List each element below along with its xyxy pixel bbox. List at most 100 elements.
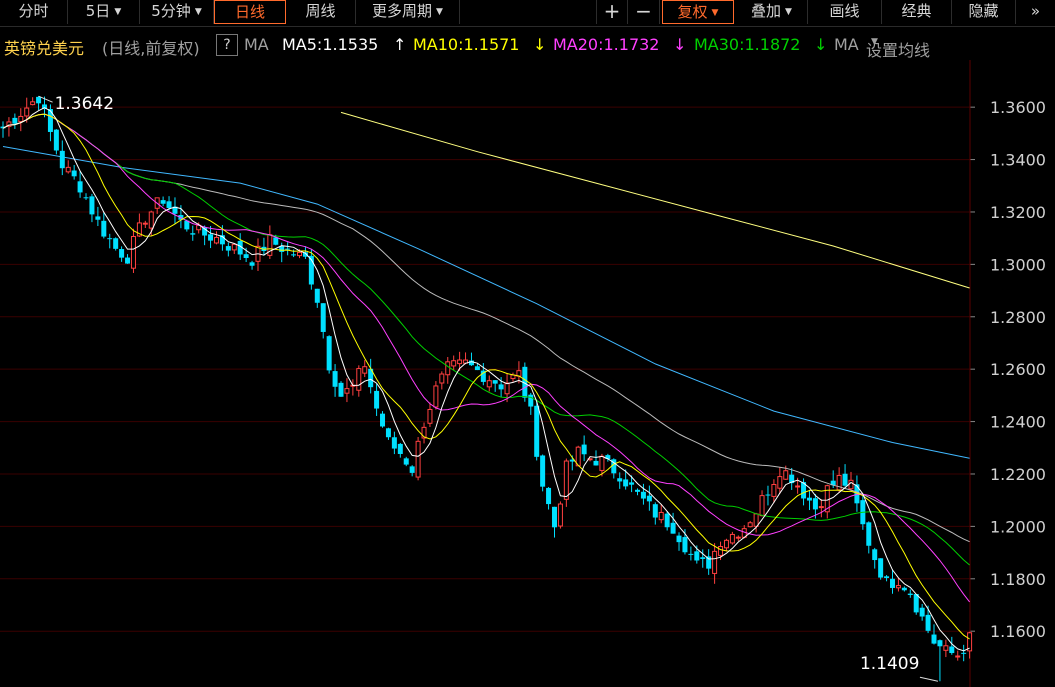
- y-tick-label: 1.2600: [990, 360, 1046, 379]
- classic-button[interactable]: 经典: [882, 0, 952, 24]
- candle-body-down: [540, 455, 546, 487]
- candle-body-down: [682, 537, 688, 553]
- draw-line-button[interactable]: 画线: [808, 0, 882, 24]
- candle-body-up: [718, 546, 724, 556]
- candle-body-down: [332, 371, 338, 387]
- tab-more-periods[interactable]: 更多周期 ▼: [356, 0, 460, 24]
- candle-body-up: [712, 550, 718, 574]
- candle-body-down: [243, 254, 249, 258]
- candle-body-down: [806, 497, 812, 501]
- candle-body-down: [640, 491, 646, 499]
- candle-body-down: [652, 504, 658, 518]
- candle-body-down: [534, 405, 540, 457]
- candle-body-up: [427, 408, 433, 424]
- candle-body-up: [729, 533, 735, 544]
- candle-body-up: [759, 495, 765, 517]
- candle-body-up: [30, 101, 36, 106]
- toolbar: 分时 5日 ▼ 5分钟 ▼ 日线 周线 更多周期 ▼ + − 复权 ▼ 叠加 ▼ 画线 经…: [0, 0, 1055, 27]
- button-label: 复权: [677, 3, 708, 21]
- chart-mode: (日线,前复权): [102, 39, 200, 58]
- candle-body-up: [65, 166, 71, 173]
- candle-body-down: [338, 382, 344, 397]
- candle-body-down: [101, 220, 107, 237]
- candle-body-up: [148, 211, 154, 229]
- candle-body-down: [925, 614, 931, 631]
- candle-body-down: [866, 522, 872, 546]
- candle-body-down: [646, 495, 652, 502]
- hide-button[interactable]: 隐藏: [952, 0, 1016, 24]
- candle-body-up: [18, 115, 24, 123]
- candle-body-down: [884, 576, 890, 579]
- overlay-button[interactable]: 叠加 ▼: [736, 0, 808, 24]
- candle-body-down: [380, 413, 386, 427]
- candle-body-down: [765, 494, 771, 496]
- candle-body-down: [409, 466, 415, 473]
- candle-body-down: [320, 303, 326, 332]
- button-label: 经典: [901, 2, 932, 20]
- candle-body-up: [451, 360, 457, 367]
- tab-label: 日线: [234, 3, 265, 21]
- candle-body-down: [551, 506, 557, 528]
- candle-body-down: [528, 394, 534, 407]
- candle-body-up: [783, 470, 789, 480]
- y-tick-label: 1.1600: [990, 622, 1046, 641]
- zoom-in-button[interactable]: +: [596, 0, 628, 24]
- zoom-out-button[interactable]: −: [628, 0, 660, 24]
- expand-button[interactable]: »: [1016, 0, 1055, 24]
- tab-intraday[interactable]: 分时: [0, 0, 68, 24]
- candle-body-down: [59, 150, 65, 169]
- candle-body-up: [362, 366, 368, 374]
- candle-body-down: [629, 482, 635, 485]
- candle-body-up: [895, 585, 901, 589]
- candle-body-up: [955, 655, 961, 658]
- ma10-value: MA10:1.1571: [413, 35, 520, 54]
- candle-body-down: [842, 473, 848, 486]
- candle-body-down: [12, 117, 18, 124]
- candle-body-down: [949, 646, 955, 654]
- candle-body-up: [753, 513, 759, 527]
- tab-daily[interactable]: 日线: [214, 0, 286, 24]
- candle-body-down: [664, 513, 670, 528]
- candle-body-up: [599, 455, 605, 471]
- candle-body-down: [36, 96, 42, 104]
- button-label: 画线: [829, 2, 860, 20]
- candle-body-up: [415, 440, 421, 478]
- tab-weekly[interactable]: 周线: [286, 0, 356, 24]
- tab-5day[interactable]: 5日 ▼: [68, 0, 140, 24]
- low-label: 1.1409: [860, 654, 919, 674]
- candle-body-down: [623, 479, 629, 487]
- adjust-button[interactable]: 复权 ▼: [662, 0, 734, 24]
- candle-body-up: [836, 474, 842, 491]
- candle-body-down: [878, 558, 884, 578]
- kline-svg[interactable]: 1.3600 1.3400 1.3200 1.3000 1.2800 1.2600 1.24…: [0, 60, 1055, 687]
- help-icon[interactable]: ?: [216, 34, 238, 56]
- candle-body-down: [931, 634, 937, 644]
- kline-chart[interactable]: 1.3600 1.3400 1.3200 1.3000 1.2800 1.2600 1.24…: [0, 60, 1055, 687]
- y-tick-label: 1.2800: [990, 308, 1046, 327]
- candle-body-up: [130, 236, 136, 269]
- candle-body-down: [374, 390, 380, 409]
- candle-body-down: [617, 478, 623, 482]
- candle-body-up: [457, 359, 463, 365]
- candle-body-up: [433, 385, 439, 408]
- candle-body-down: [225, 246, 231, 251]
- candle-body-up: [356, 368, 362, 391]
- candle-body-up: [439, 373, 445, 384]
- y-tick-label: 1.2400: [990, 413, 1046, 432]
- candle-body-down: [125, 257, 131, 264]
- candle-body-up: [771, 483, 777, 497]
- candle-body-up: [231, 243, 237, 251]
- candle-body-down: [391, 437, 397, 449]
- candle-body-down: [901, 587, 907, 591]
- candle-body-down: [113, 238, 119, 249]
- candle-body-up: [735, 536, 741, 539]
- tab-5min[interactable]: 5分钟 ▼: [140, 0, 214, 24]
- ma30-line: [2, 113, 970, 566]
- candle-body-down: [107, 238, 113, 240]
- candle-body-down: [907, 593, 913, 595]
- symbol-name: 英镑兑美元: [4, 39, 85, 58]
- candle-body-down: [474, 366, 480, 371]
- candle-body-up: [848, 479, 854, 490]
- ma10-line: [2, 113, 970, 640]
- candle-body-up: [777, 476, 783, 489]
